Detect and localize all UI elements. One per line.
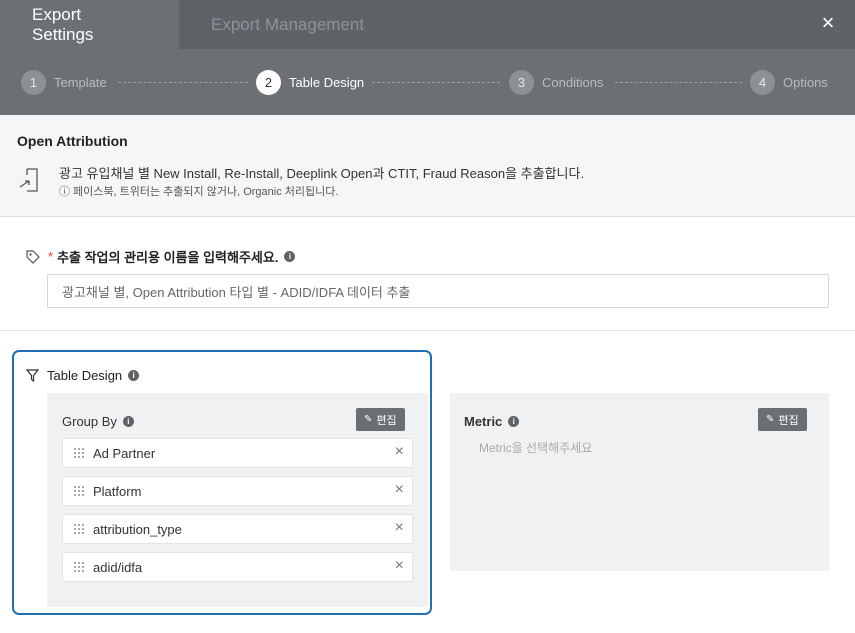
export-name-input[interactable]: 광고채널 별, Open Attribution 타입 별 - ADID/IDF… (47, 274, 829, 308)
close-icon[interactable]: × (815, 10, 841, 36)
group-by-title: Group By (62, 414, 117, 429)
drag-handle-icon[interactable] (74, 486, 84, 496)
group-by-header: Group By i (62, 414, 134, 429)
step-table-design[interactable]: 2 Table Design (256, 70, 364, 95)
name-field-label-row: * 추출 작업의 관리용 이름을 입력해주세요. i (26, 247, 296, 266)
info-icon[interactable]: i (284, 251, 296, 262)
remove-icon[interactable]: × (395, 443, 404, 461)
step-number: 1 (21, 70, 46, 95)
info-icon[interactable]: i (128, 370, 140, 381)
group-by-item-label: adid/idfa (93, 559, 143, 575)
metric-header: Metric i (464, 414, 520, 429)
metric-placeholder: Metric을 선택해주세요 (479, 441, 593, 455)
top-bar: Export Settings Export Management × (0, 0, 855, 49)
tab-export-settings[interactable]: Export Settings (0, 0, 179, 49)
step-number: 3 (509, 70, 534, 95)
step-number: 2 (256, 70, 281, 95)
group-by-item[interactable]: adid/idfa × (62, 552, 413, 582)
template-info: Open Attribution 광고 유입채널 별 New Install, … (0, 115, 855, 217)
step-connector (615, 82, 742, 83)
template-description: 광고 유입채널 별 New Install, Re-Install, Deepl… (59, 166, 585, 181)
step-progress: 1 Template 2 Table Design 3 Conditions 4… (0, 49, 855, 115)
group-by-item-label: Platform (93, 483, 142, 499)
drag-handle-icon[interactable] (74, 448, 84, 458)
group-by-panel: Group By i ✎ 편집 Ad Partner × Platform × (47, 393, 428, 607)
required-mark: * (48, 249, 54, 264)
document-export-icon (19, 168, 38, 192)
section-divider (0, 330, 855, 331)
table-design-title: Table Design i (26, 368, 140, 383)
group-by-item[interactable]: attribution_type × (62, 514, 413, 544)
step-connector (118, 82, 248, 83)
step-conditions[interactable]: 3 Conditions (509, 70, 603, 95)
remove-icon[interactable]: × (395, 557, 404, 575)
info-icon[interactable]: i (508, 416, 520, 427)
pencil-icon: ✎ (766, 414, 775, 425)
metric-edit-button[interactable]: ✎ 편집 (758, 408, 807, 431)
name-field-label: 추출 작업의 관리용 이름을 입력해주세요. (57, 250, 279, 265)
table-design-card: Table Design i Group By i ✎ 편집 Ad Partne… (12, 350, 432, 615)
step-label: Template (54, 75, 107, 90)
group-by-edit-button[interactable]: ✎ 편집 (356, 408, 405, 431)
step-number: 4 (750, 70, 775, 95)
info-icon[interactable]: i (122, 416, 134, 427)
step-options[interactable]: 4 Options (750, 70, 828, 95)
step-label: Table Design (289, 75, 365, 90)
step-label: Options (783, 75, 828, 90)
edit-label: 편집 (376, 414, 397, 427)
group-by-item-label: Ad Partner (93, 445, 156, 461)
tab-export-management[interactable]: Export Management (179, 0, 396, 49)
filter-icon (26, 369, 39, 382)
step-connector (372, 82, 500, 83)
group-by-item[interactable]: Platform × (62, 476, 413, 506)
group-by-item[interactable]: Ad Partner × (62, 438, 413, 468)
template-note: ⓘ 페이스북, 트위터는 추출되지 않거나, Organic 처리됩니다. (59, 186, 339, 198)
group-by-item-label: attribution_type (93, 521, 182, 537)
drag-handle-icon[interactable] (74, 562, 84, 572)
remove-icon[interactable]: × (395, 519, 404, 537)
remove-icon[interactable]: × (395, 481, 404, 499)
edit-label: 편집 (778, 414, 799, 427)
table-design-label: Table Design (47, 368, 123, 383)
step-template[interactable]: 1 Template (21, 70, 107, 95)
tag-icon (26, 249, 40, 264)
step-label: Conditions (542, 75, 604, 90)
template-title: Open Attribution (17, 133, 128, 149)
drag-handle-icon[interactable] (74, 524, 84, 534)
pencil-icon: ✎ (364, 414, 373, 425)
metric-title: Metric (464, 414, 503, 429)
metric-panel: Metric i ✎ 편집 Metric을 선택해주세요 (450, 393, 829, 571)
